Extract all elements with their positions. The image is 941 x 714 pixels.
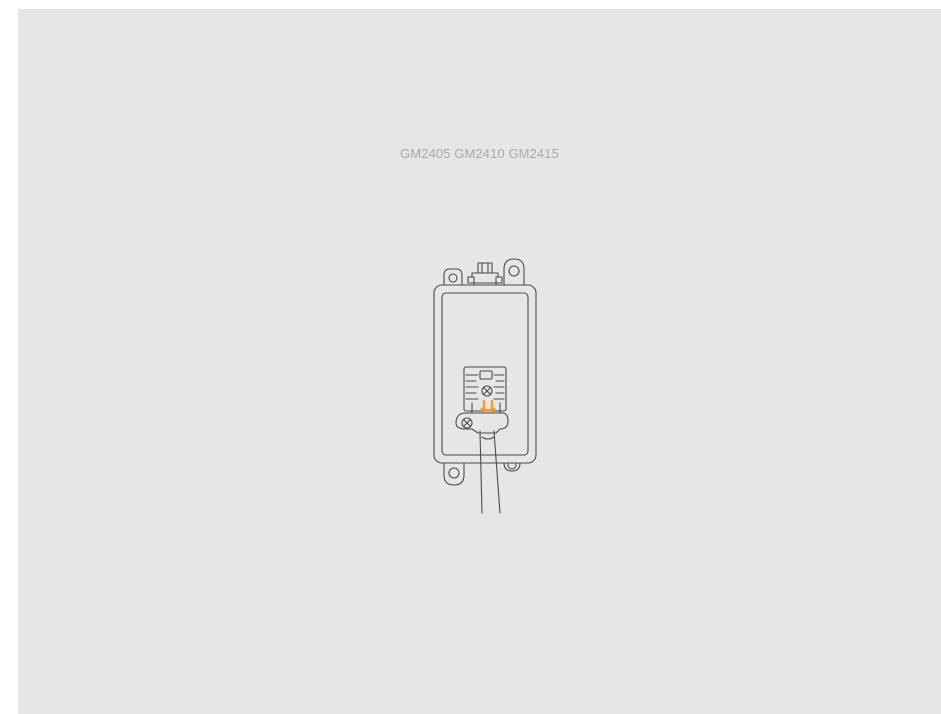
illustration-panel: GM2405 GM2410 GM2415	[18, 9, 941, 714]
model-numbers-caption: GM2405 GM2410 GM2415	[400, 146, 559, 161]
device-illustration	[433, 258, 537, 514]
